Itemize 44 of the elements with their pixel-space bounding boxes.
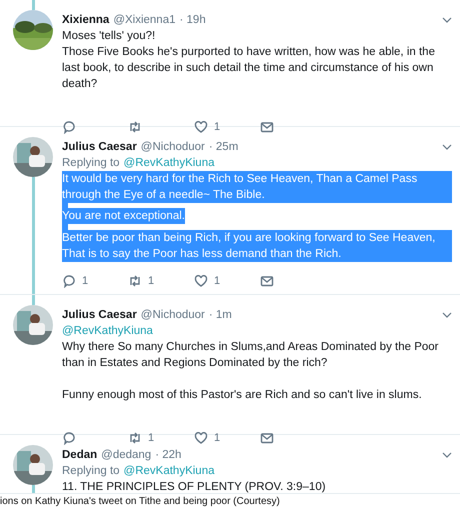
- tweet-text: It would be very hard for the Rich to See Heaven, Than a Camel Pass through the Eye of a needle~ The Bible.: [62, 170, 452, 203]
- retweet-icon[interactable]: [128, 274, 142, 288]
- envelope-icon[interactable]: [260, 430, 274, 445]
- author-name[interactable]: Xixienna: [62, 12, 110, 28]
- reply-icon[interactable]: [62, 274, 76, 288]
- tweet-text: 11. THE PRINCIPLES OF PLENTY (PROV. 3:9–10): [62, 480, 326, 496]
- tweet-time: · 22h: [155, 448, 182, 464]
- tweet-time: · 25m: [208, 140, 238, 155]
- author-name[interactable]: Dedan: [62, 447, 98, 464]
- action-count: 1: [214, 432, 220, 444]
- action-count: 1: [148, 432, 154, 444]
- reply-icon[interactable]: [62, 430, 76, 445]
- heart-icon[interactable]: [194, 430, 208, 445]
- envelope-icon[interactable]: [260, 274, 274, 288]
- chevron-icon[interactable]: [442, 142, 452, 152]
- tweet-text: You are not exceptional.: [62, 208, 185, 224]
- action-count: 1: [214, 274, 220, 287]
- retweet-icon[interactable]: [128, 430, 142, 445]
- tweet-text: Better be poor than being Rich, if you are looking forward to See Heaven, That is to say the Poor has less demand than the Rich.: [62, 230, 452, 262]
- tweet-time: · 19h: [180, 13, 206, 28]
- reply-icon[interactable]: [62, 120, 76, 134]
- action-count: 1: [214, 121, 220, 133]
- heart-icon[interactable]: [194, 274, 208, 288]
- retweet-icon[interactable]: [128, 120, 142, 134]
- action-count: 1: [82, 274, 88, 287]
- author-handle: @Nichoduor: [140, 308, 205, 323]
- author-handle: @Xixienna1: [113, 13, 176, 28]
- author-name[interactable]: Julius Caesar: [62, 306, 137, 323]
- action-count: 1: [148, 274, 154, 287]
- replying-label: Replying to: [62, 156, 120, 171]
- caption: ions on Kathy Kiuna's tweet on Tithe and being poor (Courtesy): [0, 495, 281, 507]
- tweet-text: Funny enough most of this Pastor's are Rich and so can't live in slums.: [62, 388, 422, 403]
- author-handle: @Nichoduor: [140, 140, 205, 155]
- chevron-icon[interactable]: [442, 15, 452, 25]
- replying-label: Replying to: [62, 464, 120, 480]
- tweet-text: Why there So many Churches in Slums,and Areas Dominated by the Poor than in Estates and Regions Dominated by the rich?: [62, 340, 440, 371]
- envelope-icon[interactable]: [260, 120, 274, 134]
- chevron-icon[interactable]: [442, 310, 452, 320]
- tweet-text: Moses 'tells' you?! Those Five Books he's purported to have written, how was he able, in the last book, to describe in such detail the time and circumstance of his own death?: [62, 29, 436, 92]
- tweet-time: · 1m: [208, 308, 232, 323]
- author-name[interactable]: Julius Caesar: [62, 138, 137, 155]
- author-handle: @dedang: [101, 448, 152, 464]
- chevron-icon[interactable]: [442, 450, 452, 460]
- heart-icon[interactable]: [194, 120, 208, 134]
